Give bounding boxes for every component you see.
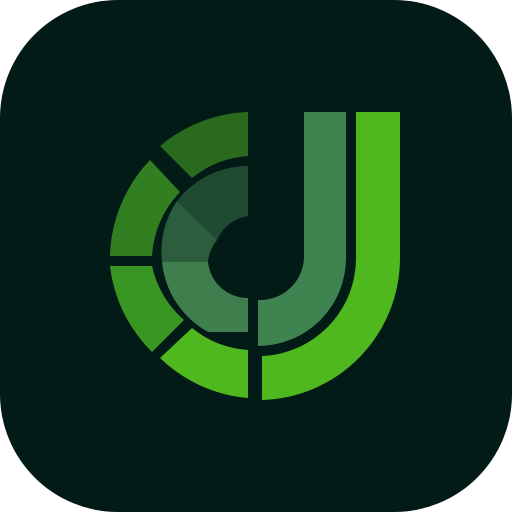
j-inner-stroke [258, 112, 346, 346]
app-icon-tile[interactable] [0, 0, 512, 512]
app-logo-j-icon [110, 112, 401, 400]
outer-ring-bottom-segment [160, 328, 248, 398]
